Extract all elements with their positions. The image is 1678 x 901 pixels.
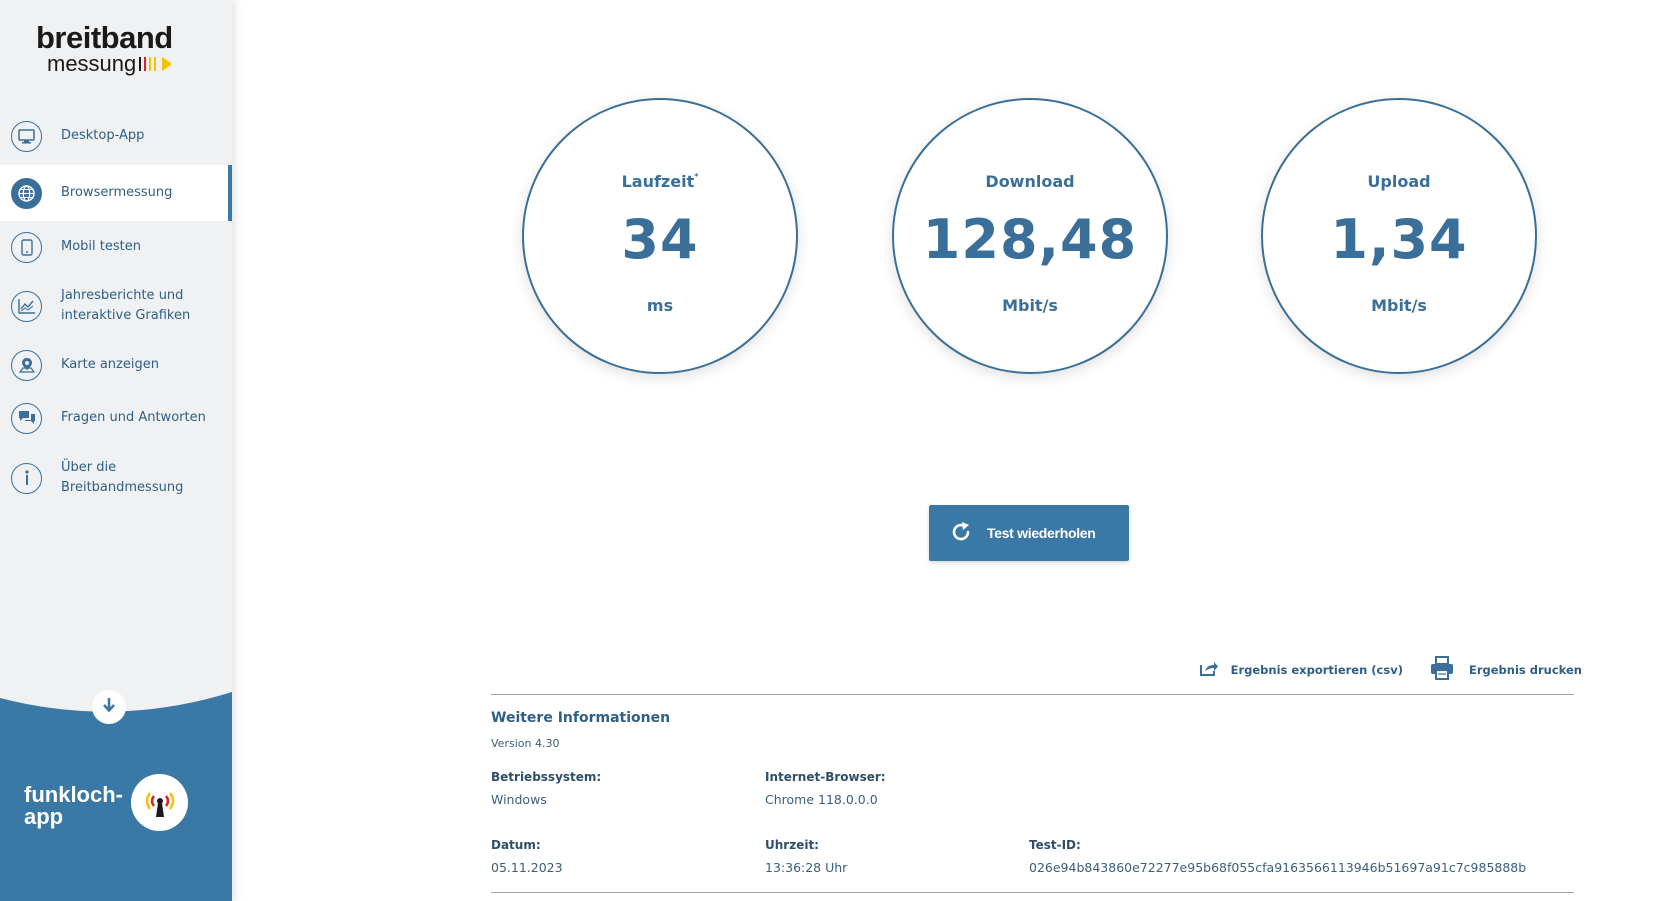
latency-gauge: Laufzeit* 34 ms xyxy=(522,98,798,374)
logo-sub-label: messung xyxy=(47,51,137,76)
export-csv-button[interactable]: Ergebnis exportieren (csv) xyxy=(1199,659,1403,681)
map-pin-icon xyxy=(11,349,42,381)
sidebar: breitband messung Desktop-App Browsermes… xyxy=(0,0,232,901)
divider-bottom xyxy=(491,892,1574,893)
upload-value: 1,34 xyxy=(1330,208,1468,271)
main-navigation: Desktop-App Browsermessung Mobil testen … xyxy=(0,107,232,511)
chart-icon xyxy=(11,290,42,322)
globe-icon xyxy=(11,177,42,209)
sidebar-item-label: Über die Breitbandmessung xyxy=(61,460,184,495)
upload-label: Upload xyxy=(1367,172,1431,191)
sidebar-item-label: Browsermessung xyxy=(61,185,173,200)
printer-icon xyxy=(1429,655,1455,685)
sidebar-item-ueber[interactable]: Über die Breitbandmessung xyxy=(0,445,232,511)
download-unit: Mbit/s xyxy=(1002,296,1058,315)
sidebar-item-label: Karte anzeigen xyxy=(61,357,159,372)
time-label: Uhrzeit: xyxy=(765,838,819,852)
upload-gauge: Upload 1,34 Mbit/s xyxy=(1261,98,1537,374)
browser-value: Chrome 118.0.0.0 xyxy=(765,792,878,807)
sidebar-item-browsermessung[interactable]: Browsermessung xyxy=(0,165,232,221)
sidebar-item-label: Jahresberichte und interaktive Grafiken xyxy=(61,288,191,323)
export-icon xyxy=(1199,659,1219,681)
download-label: Download xyxy=(985,172,1075,191)
logo-bars-icon xyxy=(139,57,172,71)
funkloch-app-link[interactable]: funkloch- app xyxy=(24,784,123,828)
result-actions: Ergebnis exportieren (csv) Ergebnis druc… xyxy=(1173,655,1582,685)
info-icon xyxy=(11,462,42,494)
sidebar-item-desktop-app[interactable]: Desktop-App xyxy=(0,107,232,165)
browser-label: Internet-Browser: xyxy=(765,770,886,784)
breitbandmessung-logo[interactable]: breitband messung xyxy=(36,22,206,82)
chat-icon xyxy=(11,402,42,434)
time-field: Uhrzeit: 13:36:28 Uhr xyxy=(765,838,847,875)
smartphone-icon xyxy=(11,231,42,263)
download-value: 128,48 xyxy=(922,208,1138,271)
export-csv-label: Ergebnis exportieren (csv) xyxy=(1230,663,1403,677)
latency-value: 34 xyxy=(621,208,699,271)
scroll-down-button[interactable] xyxy=(92,690,126,724)
sidebar-item-label: Fragen und Antworten xyxy=(61,410,206,425)
upload-unit: Mbit/s xyxy=(1371,296,1427,315)
time-value: 13:36:28 Uhr xyxy=(765,860,848,875)
funkloch-antenna-icon[interactable] xyxy=(131,774,188,831)
logo-main-text: breitband xyxy=(36,20,173,55)
test-id-label: Test-ID: xyxy=(1029,838,1081,852)
os-field: Betriebssystem: Windows xyxy=(491,770,601,807)
date-label: Datum: xyxy=(491,838,541,852)
os-value: Windows xyxy=(491,792,547,807)
version-text: Version 4.30 xyxy=(491,737,560,750)
funkloch-app-line2: app xyxy=(24,804,64,829)
date-field: Datum: 05.11.2023 xyxy=(491,838,563,875)
sidebar-item-label: Mobil testen xyxy=(61,239,141,254)
info-title: Weitere Informationen xyxy=(491,710,671,726)
sidebar-item-fragen[interactable]: Fragen und Antworten xyxy=(0,391,232,445)
refresh-icon xyxy=(949,520,973,547)
print-result-button[interactable]: Ergebnis drucken xyxy=(1429,655,1582,685)
sidebar-item-karte[interactable]: Karte anzeigen xyxy=(0,339,232,391)
sidebar-item-mobil-testen[interactable]: Mobil testen xyxy=(0,221,232,273)
browser-field: Internet-Browser: Chrome 118.0.0.0 xyxy=(765,770,886,807)
sidebar-item-label: Desktop-App xyxy=(61,128,145,143)
download-gauge: Download 128,48 Mbit/s xyxy=(892,98,1168,374)
print-result-label: Ergebnis drucken xyxy=(1468,663,1582,677)
latency-label-text: Laufzeit xyxy=(621,172,695,191)
latency-unit: ms xyxy=(646,296,674,315)
date-value: 05.11.2023 xyxy=(491,860,563,875)
os-label: Betriebssystem: xyxy=(491,770,602,784)
repeat-test-label: Test wiederholen xyxy=(987,525,1096,541)
funkloch-app-line1: funkloch- xyxy=(24,782,123,807)
monitor-icon xyxy=(11,120,42,152)
latency-footnote-marker: * xyxy=(694,172,699,181)
logo-sub-text: messung xyxy=(47,51,172,76)
test-id-field: Test-ID: 026e94b843860e72277e95b68f055cf… xyxy=(1029,838,1526,875)
arrow-down-icon xyxy=(102,697,116,717)
latency-label: Laufzeit* xyxy=(524,172,796,191)
repeat-test-button[interactable]: Test wiederholen xyxy=(929,505,1129,561)
sidebar-item-jahresberichte[interactable]: Jahresberichte und interaktive Grafiken xyxy=(0,273,232,339)
divider-top xyxy=(491,694,1574,695)
test-id-value: 026e94b843860e72277e95b68f055cfa91635661… xyxy=(1029,860,1527,875)
